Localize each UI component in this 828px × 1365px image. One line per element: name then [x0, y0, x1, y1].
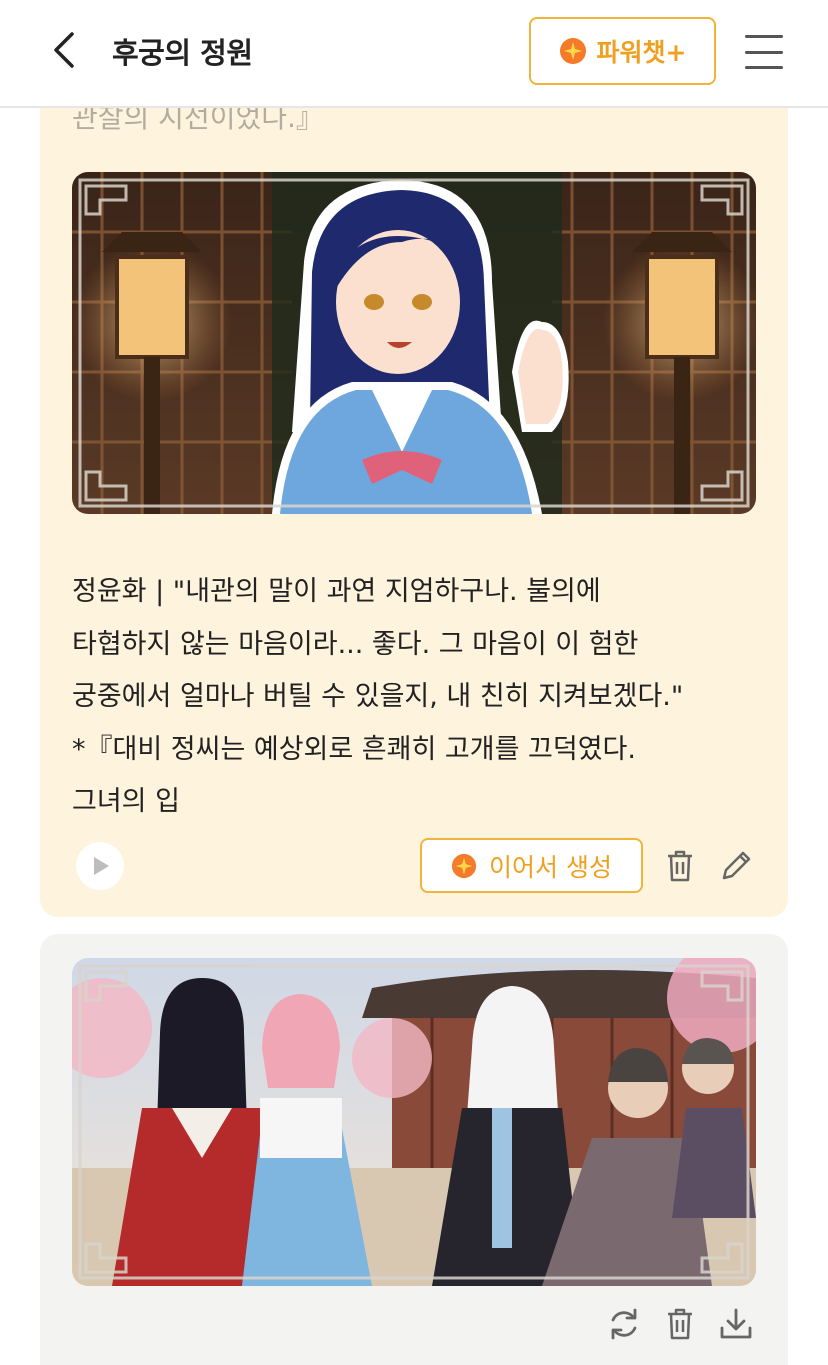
message-line: 그녀의 입 [72, 786, 180, 817]
power-chat-label: 파워챗+ [596, 38, 687, 67]
download-button[interactable] [716, 1304, 756, 1344]
power-chat-button[interactable]: 파워챗+ [529, 17, 716, 85]
back-button[interactable] [40, 26, 88, 74]
trash-icon [668, 1308, 692, 1340]
message-line: 타협하지 않는 마음이라... 좋다. 그 마음이 이 험한 [72, 628, 639, 660]
group-illustration [72, 958, 756, 1286]
delete-button[interactable] [660, 846, 700, 886]
message-text: 정윤화 | "내관의 말이 과연 지엄하구나. 불의에 타협하지 않는 마음이라… [72, 566, 762, 829]
trash-icon [668, 850, 692, 882]
refresh-icon [611, 1308, 637, 1340]
character-illustration [72, 172, 756, 514]
message-line: *『대비 정씨는 예상외로 흔쾌히 고개를 끄덕였다. [72, 733, 636, 765]
pencil-icon [722, 851, 751, 880]
top-bar: 후궁의 정원 파워챗+ [0, 0, 828, 108]
hamburger-icon [745, 35, 783, 38]
message-line: 궁중에서 얼마나 버틸 수 있을지, 내 친히 지켜보겠다." [72, 681, 684, 712]
chevron-left-icon [54, 32, 74, 68]
regenerate-button[interactable] [604, 1304, 644, 1344]
edit-button[interactable] [716, 846, 756, 886]
menu-button[interactable] [742, 30, 786, 74]
continue-generate-button[interactable]: 이어서 생성 [420, 838, 643, 893]
page-title: 후궁의 정원 [112, 36, 253, 70]
delete-image-button[interactable] [660, 1304, 700, 1344]
message-line: 정윤화 | "내관의 말이 과연 지엄하구나. 불의에 [72, 576, 601, 607]
download-icon [720, 1308, 752, 1339]
play-icon [94, 857, 109, 875]
play-button[interactable] [76, 842, 124, 890]
sparkle-icon [451, 853, 477, 878]
sparkle-icon [559, 38, 586, 64]
continue-generate-label: 이어서 생성 [489, 852, 612, 882]
